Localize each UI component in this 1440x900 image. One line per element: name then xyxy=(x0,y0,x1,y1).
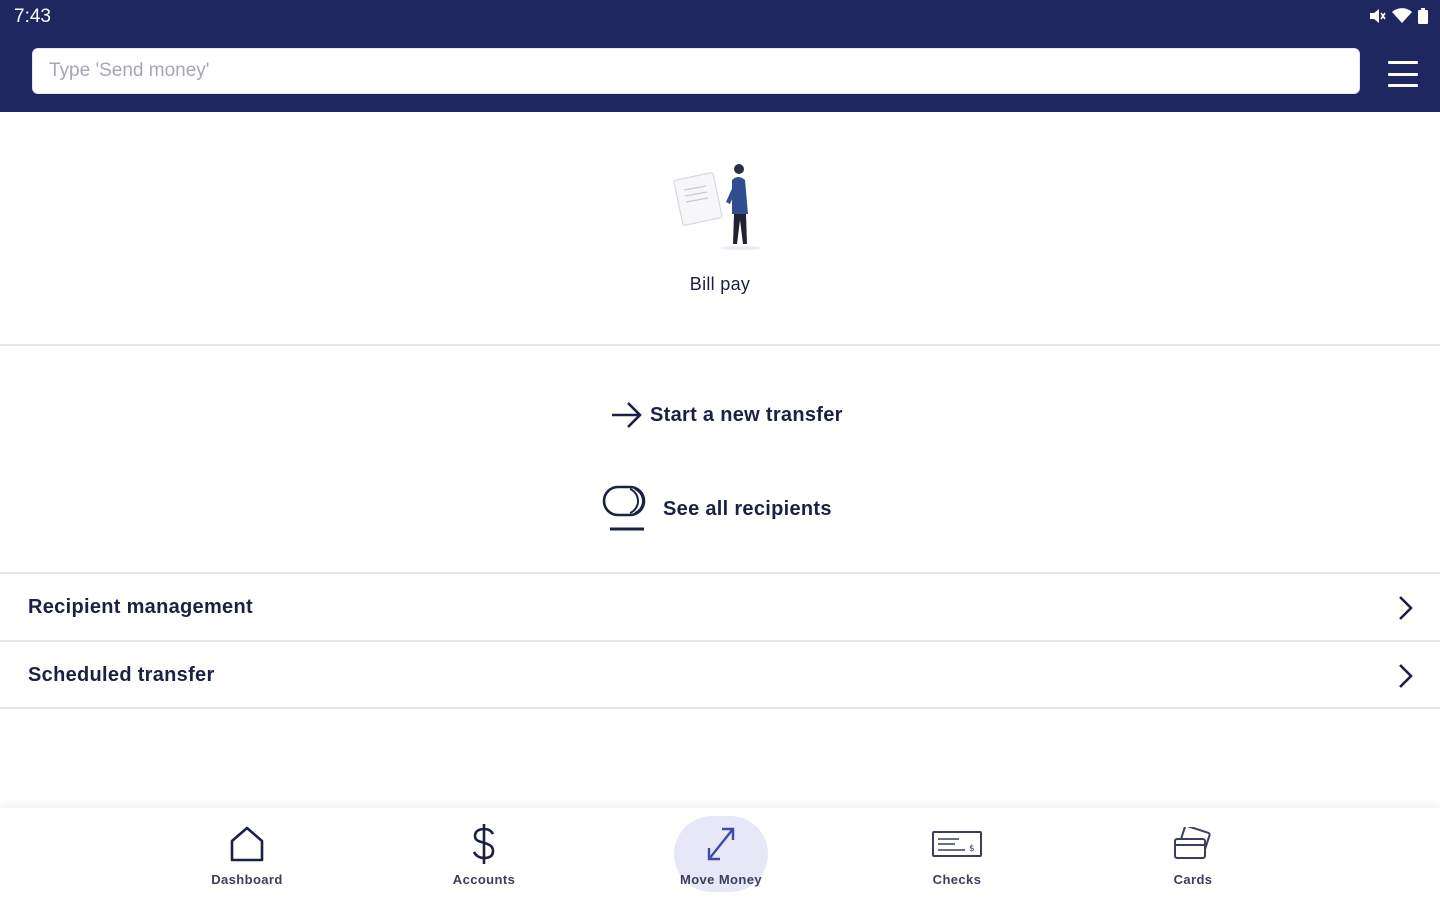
nav-label: Checks xyxy=(932,872,982,887)
list-item-recipient-management[interactable]: Recipient management xyxy=(0,574,1440,640)
start-transfer-label: Start a new transfer xyxy=(650,403,843,426)
menu-bar xyxy=(1388,61,1418,64)
status-icons xyxy=(1368,8,1428,24)
arrow-right-icon xyxy=(612,402,642,428)
menu-bar xyxy=(1388,84,1418,87)
bill-pay-label: Bill pay xyxy=(689,274,751,294)
nav-dashboard[interactable]: Dashboard xyxy=(187,808,307,900)
list-item-label: Recipient management xyxy=(28,595,253,618)
bill-pay-section: Bill pay xyxy=(0,112,1440,345)
menu-button[interactable] xyxy=(1386,58,1420,90)
cards-icon xyxy=(1174,827,1211,859)
see-recipients-button[interactable]: See all recipients xyxy=(602,484,832,534)
divider xyxy=(0,707,1440,709)
search-input[interactable] xyxy=(33,49,1359,93)
check-icon: $ xyxy=(932,831,982,857)
search-bar[interactable] xyxy=(32,48,1360,94)
nav-label: Dashboard xyxy=(211,872,283,887)
mute-icon xyxy=(1370,9,1386,23)
chevron-right-icon xyxy=(1399,664,1413,688)
home-icon xyxy=(230,826,264,862)
nav-label: Accounts xyxy=(452,872,516,887)
move-money-icon xyxy=(707,827,735,861)
top-bar: 7:43 xyxy=(0,0,1440,112)
svg-text:$: $ xyxy=(969,844,975,854)
nav-label: Cards xyxy=(1173,872,1213,887)
divider xyxy=(0,344,1440,346)
chevron-right-icon xyxy=(1399,596,1413,620)
bill-pay-illustration xyxy=(673,164,761,250)
menu-bar xyxy=(1388,72,1418,76)
wifi-icon xyxy=(1392,8,1412,23)
list-item-label: Scheduled transfer xyxy=(28,663,215,686)
bill-pay-tile[interactable] xyxy=(670,160,770,265)
nav-accounts[interactable]: Accounts xyxy=(424,808,544,900)
battery-icon xyxy=(1418,8,1428,24)
dollar-icon xyxy=(472,824,495,864)
start-transfer-button[interactable]: Start a new transfer xyxy=(610,398,843,432)
nav-cards[interactable]: Cards xyxy=(1133,808,1253,900)
see-recipients-label: See all recipients xyxy=(663,497,832,520)
nav-checks[interactable]: $ Checks xyxy=(897,808,1017,900)
status-time: 7:43 xyxy=(14,6,51,27)
nav-label: Move Money xyxy=(679,872,762,887)
recipients-icon xyxy=(602,485,646,531)
nav-move-money[interactable]: Move Money xyxy=(661,808,781,900)
list-item-scheduled-transfer[interactable]: Scheduled transfer xyxy=(0,642,1440,708)
